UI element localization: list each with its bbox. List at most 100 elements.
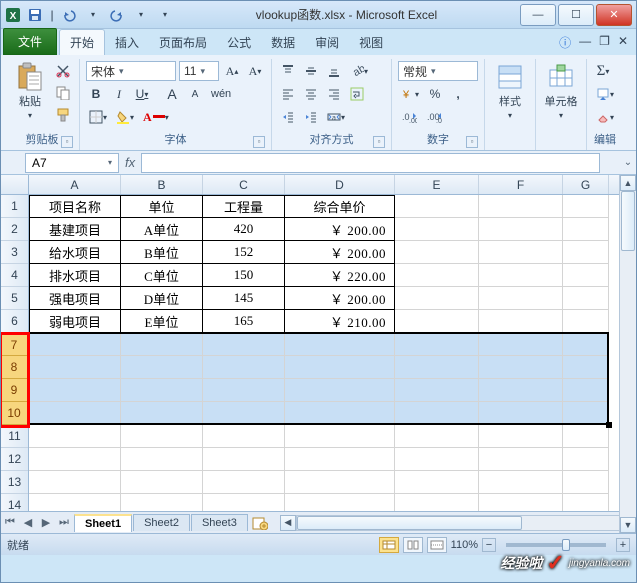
maximize-button[interactable]: ☐ xyxy=(558,4,594,26)
cell-B4[interactable]: C单位 xyxy=(121,264,203,287)
cell-E3[interactable] xyxy=(395,241,479,264)
cell-B9[interactable] xyxy=(121,379,203,402)
save-button[interactable] xyxy=(25,5,45,25)
cell-F7[interactable] xyxy=(479,333,563,356)
cell-C4[interactable]: 150 xyxy=(203,264,285,287)
row-header-10[interactable]: 10 xyxy=(1,402,29,425)
paste-button[interactable]: 粘贴 ▾ xyxy=(11,61,49,122)
cell-E7[interactable] xyxy=(395,333,479,356)
select-all-corner[interactable] xyxy=(1,175,29,194)
font-size-combo[interactable]: 11▾ xyxy=(179,61,219,81)
cell-D12[interactable] xyxy=(285,448,395,471)
cell-E12[interactable] xyxy=(395,448,479,471)
cell-G12[interactable] xyxy=(563,448,609,471)
cell-C8[interactable] xyxy=(203,356,285,379)
name-box[interactable]: A7▾ xyxy=(25,153,119,173)
decrease-indent-button[interactable] xyxy=(278,107,298,127)
col-header-A[interactable]: A xyxy=(29,175,121,194)
font-grow-button[interactable]: A xyxy=(162,84,182,104)
clear-button[interactable]: ▾ xyxy=(593,107,617,127)
cell-A3[interactable]: 给水项目 xyxy=(29,241,121,264)
cell-F8[interactable] xyxy=(479,356,563,379)
row-header-7[interactable]: 7 xyxy=(1,333,29,356)
cell-A14[interactable] xyxy=(29,494,121,511)
styles-button[interactable]: 样式 ▾ xyxy=(491,61,529,122)
cell-A1[interactable]: 项目名称 xyxy=(29,195,121,218)
cell-F2[interactable] xyxy=(479,218,563,241)
increase-decimal-button[interactable]: .0.00 xyxy=(398,107,420,127)
sheet-tab-1[interactable]: Sheet1 xyxy=(74,514,132,532)
cell-D4[interactable]: ￥ 220.00 xyxy=(285,264,395,287)
number-format-combo[interactable]: 常规▾ xyxy=(398,61,478,81)
row-header-13[interactable]: 13 xyxy=(1,471,28,494)
row-header-6[interactable]: 6 xyxy=(1,310,28,333)
cell-E6[interactable] xyxy=(395,310,479,333)
cell-C5[interactable]: 145 xyxy=(203,287,285,310)
autosum-button[interactable]: Σ▾ xyxy=(593,61,613,81)
cell-G6[interactable] xyxy=(563,310,609,333)
view-normal-button[interactable] xyxy=(379,537,399,553)
vscroll-thumb[interactable] xyxy=(621,195,635,251)
fill-button[interactable]: ▾ xyxy=(593,84,617,104)
cell-B6[interactable]: E单位 xyxy=(121,310,203,333)
align-top-button[interactable] xyxy=(278,61,298,81)
view-pagebreak-button[interactable] xyxy=(427,537,447,553)
cell-A4[interactable]: 排水项目 xyxy=(29,264,121,287)
cell-D9[interactable] xyxy=(285,379,395,402)
cell-E14[interactable] xyxy=(395,494,479,511)
cell-B12[interactable] xyxy=(121,448,203,471)
cell-A6[interactable]: 弱电项目 xyxy=(29,310,121,333)
cell-D6[interactable]: ￥ 210.00 xyxy=(285,310,395,333)
cell-B10[interactable] xyxy=(121,402,203,425)
data-tab[interactable]: 数据 xyxy=(261,30,305,55)
cell-A8[interactable] xyxy=(29,356,121,379)
cell-D3[interactable]: ￥ 200.00 xyxy=(285,241,395,264)
col-header-G[interactable]: G xyxy=(563,175,609,194)
cell-D11[interactable] xyxy=(285,425,395,448)
cell-G3[interactable] xyxy=(563,241,609,264)
formula-bar[interactable] xyxy=(141,153,600,173)
cell-B14[interactable] xyxy=(121,494,203,511)
fx-icon[interactable]: fx xyxy=(125,155,135,170)
wrap-text-button[interactable] xyxy=(347,84,367,104)
cell-G11[interactable] xyxy=(563,425,609,448)
currency-button[interactable]: ¥▾ xyxy=(398,84,422,104)
file-tab[interactable]: 文件 xyxy=(3,28,57,55)
col-header-F[interactable]: F xyxy=(479,175,563,194)
mdi-close[interactable]: ✕ xyxy=(618,34,628,51)
cell-G14[interactable] xyxy=(563,494,609,511)
align-right-button[interactable] xyxy=(324,84,344,104)
cell-F5[interactable] xyxy=(479,287,563,310)
cell-C6[interactable]: 165 xyxy=(203,310,285,333)
clipboard-launcher[interactable]: ▫ xyxy=(61,136,73,148)
col-header-E[interactable]: E xyxy=(395,175,479,194)
cell-G1[interactable] xyxy=(563,195,609,218)
cell-E5[interactable] xyxy=(395,287,479,310)
formulas-tab[interactable]: 公式 xyxy=(217,30,261,55)
tab-nav-prev[interactable]: ◀ xyxy=(19,514,37,532)
cell-G5[interactable] xyxy=(563,287,609,310)
home-tab[interactable]: 开始 xyxy=(59,29,105,55)
insert-tab[interactable]: 插入 xyxy=(105,30,149,55)
zoom-out-button[interactable]: − xyxy=(482,538,496,552)
cell-B8[interactable] xyxy=(121,356,203,379)
cell-G13[interactable] xyxy=(563,471,609,494)
redo-dropdown[interactable]: ▾ xyxy=(131,5,151,25)
undo-button[interactable] xyxy=(59,5,79,25)
cell-G10[interactable] xyxy=(563,402,609,425)
font-name-combo[interactable]: 宋体▾ xyxy=(86,61,176,81)
row-header-8[interactable]: 8 xyxy=(1,356,29,379)
vertical-scrollbar[interactable]: ▲ ▼ xyxy=(619,195,636,511)
cell-G7[interactable] xyxy=(563,333,609,356)
align-left-button[interactable] xyxy=(278,84,298,104)
cell-A11[interactable] xyxy=(29,425,121,448)
row-header-5[interactable]: 5 xyxy=(1,287,28,310)
zoom-level[interactable]: 110% xyxy=(451,539,478,551)
format-painter-button[interactable] xyxy=(53,105,73,125)
borders-button[interactable]: ▾ xyxy=(86,107,110,127)
alignment-launcher[interactable]: ▫ xyxy=(373,136,385,148)
increase-indent-button[interactable] xyxy=(301,107,321,127)
tab-nav-first[interactable]: ⏮ xyxy=(1,514,19,532)
cell-A2[interactable]: 基建项目 xyxy=(29,218,121,241)
sheet-tab-2[interactable]: Sheet2 xyxy=(133,514,190,531)
